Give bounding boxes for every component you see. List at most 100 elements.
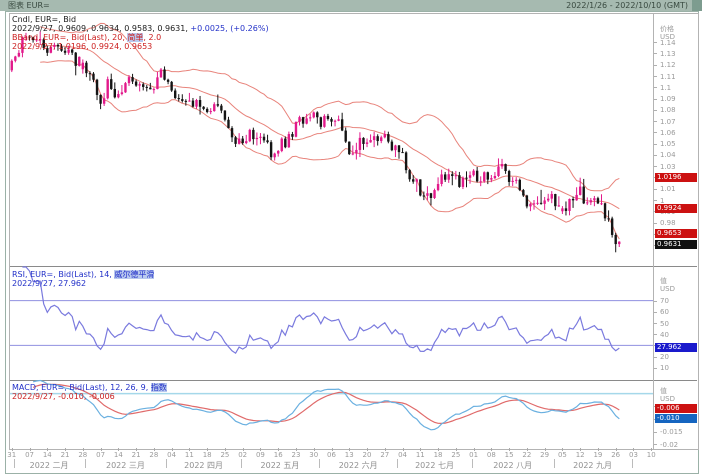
month-boundary [85, 459, 86, 468]
day-tick-label: 16 [270, 451, 286, 459]
macd-tick-label: -0.015 [660, 428, 683, 436]
bollinger-lower [40, 61, 619, 239]
axis-tick [654, 87, 657, 88]
rsi-smoothing-type[interactable]: 威尔德平滑 [114, 270, 154, 279]
axis-tick [654, 189, 657, 190]
axis-tick [654, 301, 657, 302]
main-price-tag: 0.9924 [655, 204, 697, 213]
candles[interactable] [11, 31, 621, 252]
axis-tick [654, 99, 657, 100]
month-label: 2022 二月 [14, 460, 84, 471]
bband-values: 2022/9/27, 1.0196, 0.9924, 0.9653 [12, 42, 269, 51]
month-label: 2022 四月 [169, 460, 239, 471]
day-tick-label: 23 [288, 451, 304, 459]
price-tick-label: 1.07 [660, 118, 676, 126]
day-tick-label: 27 [377, 451, 393, 459]
axis-tick [654, 65, 657, 66]
main-price-tag: 1.0196 [655, 173, 697, 182]
price-tick-label: 1.01 [660, 185, 676, 193]
day-tick-label: 21 [128, 451, 144, 459]
month-label: 2022 六月 [323, 460, 393, 471]
bollinger-bands [40, 23, 619, 239]
axis-tick [654, 155, 657, 156]
day-tick-label: 28 [146, 451, 162, 459]
macd-series-label: MACD, EUR=, Bid(Last), 12, 26, 9, 指数 [12, 383, 167, 392]
price-tick-label: 1.09 [660, 95, 676, 103]
day-tick-label: 04 [395, 451, 411, 459]
month-boundary [554, 459, 555, 468]
bollinger-middle [40, 45, 619, 209]
month-label: 2022 三月 [90, 460, 160, 471]
axis-tick [654, 132, 657, 133]
day-tick-label: 14 [39, 451, 55, 459]
axis-tick [654, 368, 657, 369]
axis-tick [654, 110, 657, 111]
price-panel-legend: Cndl, EUR=, Bid 2022/9/27, 0.9609, 0.963… [12, 15, 269, 51]
chart-window: 图表 EUR= 2022/1/26 - 2022/10/10 (GMT) Cnd… [0, 0, 702, 474]
axis-tick [654, 223, 657, 224]
axis-tick [654, 323, 657, 324]
axis-tick [654, 357, 657, 358]
axis-tick [654, 42, 657, 43]
day-tick-label: 25 [217, 451, 233, 459]
bband-ma-type[interactable]: 简单 [127, 33, 143, 42]
day-tick-label: 18 [430, 451, 446, 459]
month-boundary [319, 459, 320, 468]
price-tick-label: 1.14 [660, 39, 676, 47]
price-axis[interactable]: 价格USD1.141.131.121.111.11.091.081.071.06… [654, 13, 698, 448]
titlebar-corner-cap [692, 0, 702, 11]
price-tick-label: 1.06 [660, 129, 676, 137]
axis-tick [654, 334, 657, 335]
day-tick-label: 08 [483, 451, 499, 459]
macd-tick-label: -0.02 [660, 441, 678, 449]
day-tick-label: 26 [608, 451, 624, 459]
month-label: 2022 五月 [245, 460, 315, 471]
time-axis[interactable]: 3107142128071421280411182502091623300613… [9, 449, 698, 473]
axis-tick [654, 166, 657, 167]
price-tick-label: 1.08 [660, 106, 676, 114]
day-tick-label: 13 [341, 451, 357, 459]
macd-panel-legend: MACD, EUR=, Bid(Last), 12, 26, 9, 指数 202… [12, 383, 167, 401]
macd-values: 2022/9/27, -0.010, -0.006 [12, 392, 167, 401]
day-tick-label: 03 [625, 451, 641, 459]
price-tick-label: 1.04 [660, 151, 676, 159]
date-range-label: 2022/1/26 - 2022/10/10 (GMT) [566, 0, 688, 11]
day-tick-label: 10 [643, 451, 659, 459]
window-titlebar[interactable]: 图表 EUR= 2022/1/26 - 2022/10/10 (GMT) [0, 0, 702, 11]
rsi-tick-label: 20 [660, 353, 669, 361]
price-panel[interactable] [10, 14, 653, 262]
price-tick-label: 1.05 [660, 140, 676, 148]
rsi-panel-legend: RSI, EUR=, Bid(Last), 14, 威尔德平滑 2022/9/2… [12, 270, 154, 288]
day-tick-label: 05 [554, 451, 570, 459]
day-tick-label: 21 [57, 451, 73, 459]
main-price-tag: 0.9631 [655, 240, 697, 249]
bband-series-label: BBand, EUR=, Bid(Last), 20, 简单, 2.0 [12, 33, 269, 42]
macd-ma-type[interactable]: 指数 [151, 383, 167, 392]
day-tick-label: 31 [4, 451, 20, 459]
rsi-tick-label: 70 [660, 297, 669, 305]
axis-tick [654, 144, 657, 145]
price-tick-label: 1.03 [660, 163, 676, 171]
price-tick-label: 0.98 [660, 219, 676, 227]
price-tick-label: 1.12 [660, 61, 676, 69]
rsi-tick-label: 40 [660, 331, 669, 339]
day-tick-label: 07 [93, 451, 109, 459]
day-tick-label: 18 [199, 451, 215, 459]
macd-price-tag: -0.006 [655, 404, 697, 413]
day-tick-label: 25 [448, 451, 464, 459]
candle-series-label: Cndl, EUR=, Bid [12, 15, 269, 24]
day-tick-label: 19 [590, 451, 606, 459]
day-tick-label: 11 [412, 451, 428, 459]
price-tick-label: 1.13 [660, 50, 676, 58]
window-title: 图表 EUR= [8, 0, 50, 11]
price-tick-label: 1.1 [660, 84, 671, 92]
day-tick-label: 30 [306, 451, 322, 459]
day-tick-label: 15 [501, 451, 517, 459]
month-boundary [472, 459, 473, 468]
axis-tick [654, 200, 657, 201]
day-tick-label: 28 [75, 451, 91, 459]
day-tick-label: 11 [181, 451, 197, 459]
axis-tick [654, 444, 657, 445]
axis-tick [654, 432, 657, 433]
day-tick-label: 01 [466, 451, 482, 459]
